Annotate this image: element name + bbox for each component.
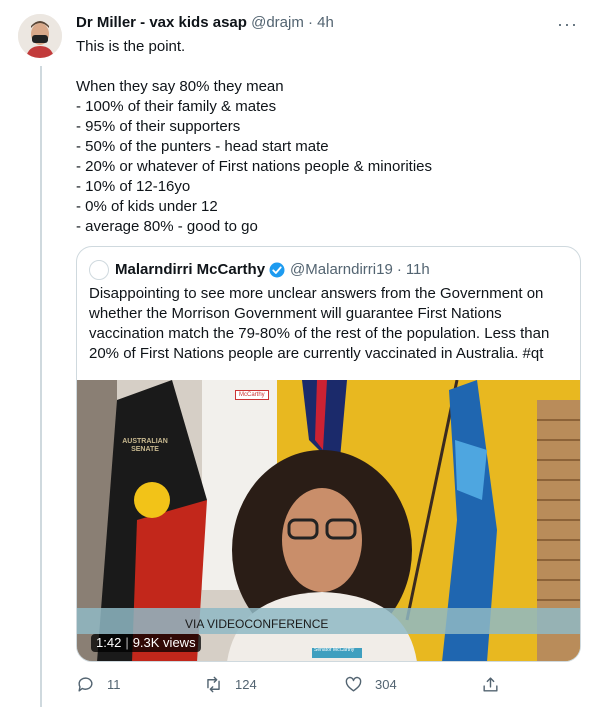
quoted-author-handle: @Malarndirri19 <box>290 261 393 278</box>
retweet-count: 124 <box>235 677 257 692</box>
like-count: 304 <box>375 677 397 692</box>
retweet-icon <box>207 676 220 693</box>
avatar-image <box>18 14 62 58</box>
tweet-actions: 11 124 304 <box>76 675 506 699</box>
video-player[interactable]: VIA VIDEOCONFERENCE Senator McCarthy AUS… <box>77 380 580 661</box>
quoted-avatar <box>89 260 109 280</box>
tweet-time[interactable]: 4h <box>317 14 334 31</box>
share-button[interactable] <box>481 675 500 694</box>
heart-icon <box>345 676 362 692</box>
reply-button[interactable]: 11 <box>76 675 121 694</box>
video-duration-badge: 1:42 | 9.3K views <box>91 634 201 652</box>
quoted-author-name: Malarndirri McCarthy <box>115 261 266 278</box>
header-separator: · <box>308 14 313 31</box>
tweet-header: Dr Miller - vax kids asap @drajm · 4h <box>76 13 334 33</box>
more-options-icon[interactable]: ··· <box>557 14 578 35</box>
quoted-text: Disappointing to see more unclear answer… <box>89 285 550 362</box>
thread-line <box>40 66 42 707</box>
like-button[interactable]: 304 <box>344 675 397 694</box>
author-name[interactable]: Dr Miller - vax kids asap <box>76 14 247 31</box>
video-nameplate: Senator McCarthy <box>314 647 355 653</box>
quoted-header: Malarndirri McCarthy @Malarndirri19 · 11… <box>89 260 430 280</box>
video-caption: VIA VIDEOCONFERENCE <box>185 617 329 631</box>
senate-sign: AUSTRALIAN SENATE <box>122 438 168 453</box>
video-badge-divider: | <box>125 635 129 650</box>
author-avatar[interactable] <box>18 14 62 58</box>
video-views: 9.3K views <box>132 635 196 650</box>
reply-icon <box>78 677 93 692</box>
quoted-tweet[interactable]: Malarndirri McCarthy @Malarndirri19 · 11… <box>76 246 581 662</box>
quoted-separator: · <box>396 261 402 278</box>
reply-count: 11 <box>107 677 121 692</box>
quoted-time: 11h <box>405 261 430 278</box>
desk-paper: McCarthy <box>235 390 269 400</box>
author-handle[interactable]: @drajm <box>251 14 304 31</box>
retweet-button[interactable]: 124 <box>204 675 257 694</box>
video-frame <box>77 380 580 661</box>
verified-badge-icon <box>269 262 285 278</box>
share-icon <box>483 677 498 692</box>
tweet-text: This is the point. When they say 80% the… <box>76 38 432 235</box>
video-duration: 1:42 <box>96 635 122 650</box>
